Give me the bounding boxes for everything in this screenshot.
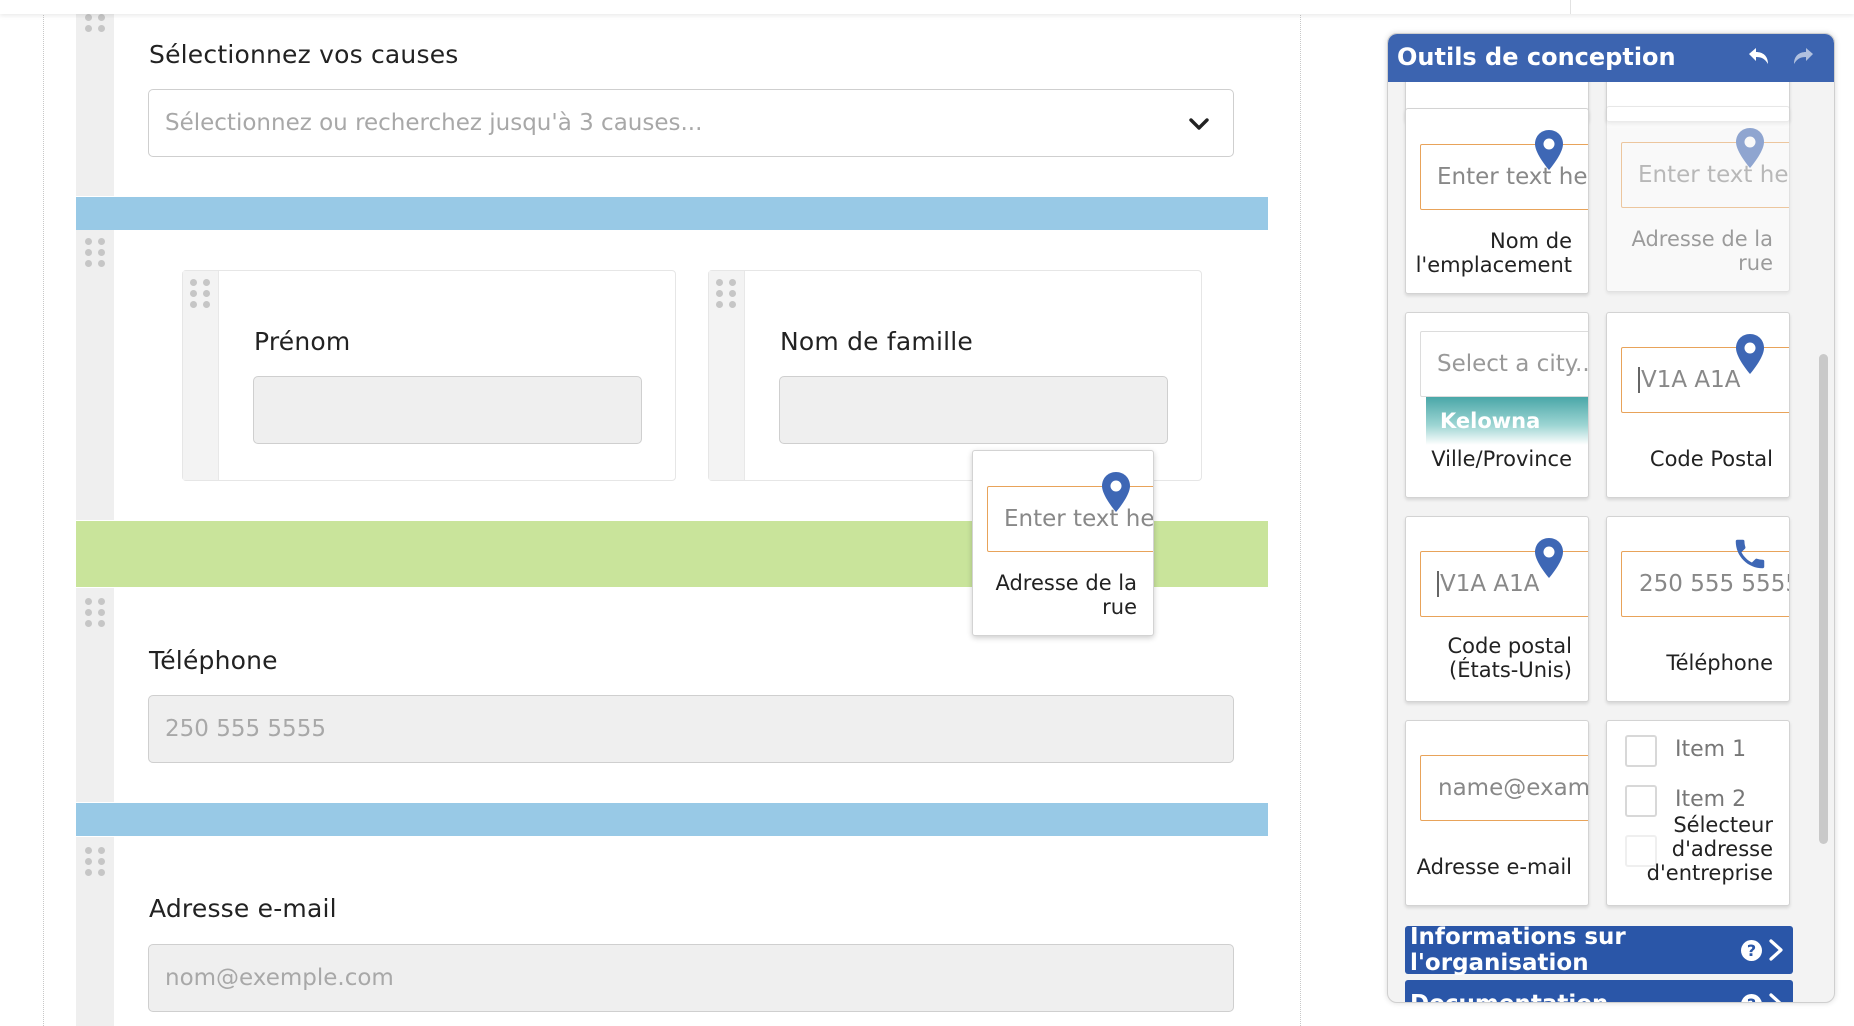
tile-label: Sélecteur d'adresse d'entreprise <box>1646 813 1773 885</box>
tile-label: Adresse e-mail <box>1416 855 1572 879</box>
phone-placeholder: 250 555 5555 <box>165 716 326 742</box>
map-pin-icon <box>1736 334 1764 374</box>
tool-tile-us-postal-code[interactable]: V1A A1A Code postal (États-Unis) <box>1405 516 1589 702</box>
section-divider-blue[interactable] <box>76 803 1268 836</box>
drag-dots-icon <box>85 14 107 54</box>
tool-tile-phone[interactable]: 250 555 5555 Téléphone <box>1606 516 1790 702</box>
section-divider-blue[interactable] <box>76 197 1268 230</box>
drag-handle[interactable] <box>76 0 114 196</box>
help-icon[interactable]: ? <box>1741 994 1762 1002</box>
form-row-causes: Sélectionnez vos causes Sélectionnez ou … <box>76 0 1268 196</box>
top-bar <box>0 0 1854 14</box>
drag-dots-icon <box>85 238 107 278</box>
phone-icon <box>1735 539 1765 569</box>
chevron-right-icon <box>1769 939 1783 961</box>
design-tools-title: Outils de conception <box>1397 43 1676 71</box>
form-row-email: Adresse e-mail nom@exemple.com <box>76 837 1268 1026</box>
chevron-right-icon <box>1769 993 1782 1002</box>
undo-icon[interactable] <box>1746 45 1772 71</box>
first-name-field-card[interactable]: Prénom <box>182 270 676 481</box>
email-input[interactable]: nom@exemple.com <box>148 944 1234 1012</box>
drag-handle[interactable] <box>183 271 219 480</box>
tile-label: Adresse de la rue <box>1631 227 1773 275</box>
last-name-label: Nom de famille <box>780 327 973 356</box>
tools-scrollbar[interactable] <box>1819 354 1828 844</box>
tile-label: Téléphone <box>1666 651 1773 675</box>
drag-handle[interactable] <box>709 271 745 480</box>
tile-select-preview: Select a city... <box>1420 331 1588 397</box>
map-pin-icon <box>1535 538 1563 578</box>
tile-label: Adresse de la rue <box>995 571 1137 619</box>
map-pin-icon <box>1102 472 1130 512</box>
redo-icon[interactable] <box>1790 45 1816 71</box>
causes-label: Sélectionnez vos causes <box>149 40 459 69</box>
section-label: Informations sur l'organisation <box>1410 924 1626 976</box>
drag-handle[interactable] <box>76 837 114 1026</box>
drag-dots-icon <box>85 847 107 887</box>
drag-dots-icon <box>190 279 212 319</box>
drag-dots-icon <box>85 598 107 638</box>
section-organization-info[interactable]: Informations sur l'organisation ? <box>1405 924 1793 976</box>
tile-label: Nom de l'emplacement <box>1415 229 1572 277</box>
map-pin-icon <box>1535 130 1563 170</box>
tile-label: Code Postal <box>1649 447 1773 471</box>
tool-tile-business-address[interactable]: Item 1 Item 2 Sélecteur d'adresse d'entr… <box>1606 720 1790 906</box>
tile-label: Code postal (États-Unis) <box>1447 634 1573 682</box>
tile-input-preview: name@example.com <box>1420 755 1588 821</box>
design-tools-panel: Outils de conception Enter text here Nom… <box>1387 33 1835 1003</box>
last-name-input[interactable] <box>779 376 1168 444</box>
checkbox-item-label: Item 2 <box>1675 787 1747 812</box>
causes-select[interactable]: Sélectionnez ou recherchez jusqu'à 3 cau… <box>148 89 1234 157</box>
first-name-label: Prénom <box>254 327 351 356</box>
tool-tile-postal-code[interactable]: V1A A1A Code Postal <box>1606 312 1790 498</box>
tool-tile-location-name[interactable]: Enter text here Nom de l'emplacement <box>1405 108 1589 294</box>
drag-handle[interactable] <box>76 230 114 520</box>
help-icon[interactable]: ? <box>1741 940 1762 961</box>
section-label: Documentation <box>1410 991 1608 1002</box>
checkbox-icon <box>1625 735 1657 767</box>
tool-tile-street-address[interactable]: Enter text here Adresse de la rue <box>1606 106 1790 292</box>
email-placeholder: nom@exemple.com <box>165 965 394 991</box>
drag-handle[interactable] <box>76 588 114 802</box>
first-name-input[interactable] <box>253 376 642 444</box>
design-tools-header: Outils de conception <box>1388 34 1834 82</box>
page-guide-right <box>1300 0 1301 1026</box>
causes-placeholder: Sélectionnez ou recherchez jusqu'à 3 cau… <box>165 110 703 136</box>
city-dropdown-preview: Kelowna <box>1426 397 1588 445</box>
top-bar-separator <box>1570 0 1571 14</box>
page-guide-left <box>43 0 44 1026</box>
tool-tile-city-province[interactable]: Select a city... Kelowna Ville/Province <box>1405 312 1589 498</box>
checkbox-item-label: Item 1 <box>1675 737 1747 762</box>
tool-tile-email[interactable]: name@example.com Adresse e-mail <box>1405 720 1589 906</box>
phone-label: Téléphone <box>149 646 278 675</box>
tile-label: Ville/Province <box>1431 447 1572 471</box>
dragged-street-address-tile[interactable]: Enter text here Adresse de la rue <box>972 450 1154 636</box>
chevron-down-icon <box>1189 118 1209 130</box>
phone-input[interactable]: 250 555 5555 <box>148 695 1234 763</box>
map-pin-icon <box>1736 128 1764 168</box>
drag-dots-icon <box>716 279 738 319</box>
section-documentation[interactable]: Documentation ? <box>1405 980 1793 1002</box>
email-label: Adresse e-mail <box>149 894 337 923</box>
